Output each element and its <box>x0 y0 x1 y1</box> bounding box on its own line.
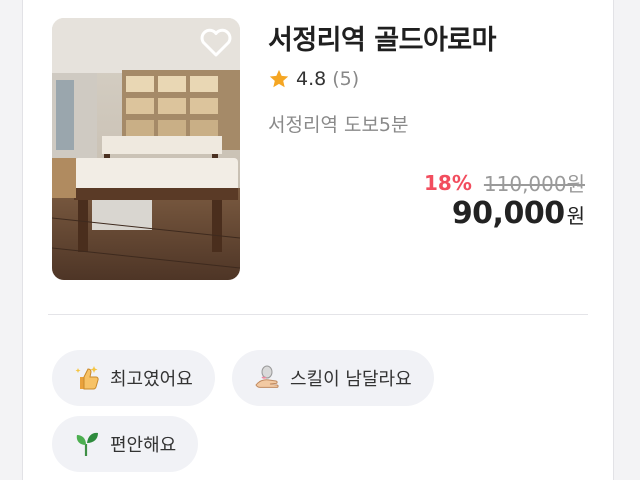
massage-hand-icon <box>255 365 279 388</box>
tag-label: 최고였어요 <box>110 369 193 390</box>
tag-chip-comfortable[interactable]: 편안해요 <box>52 416 199 472</box>
heart-icon[interactable] <box>198 24 234 60</box>
location-text: 서정리역 도보5분 <box>268 114 409 136</box>
rating-score: 4.8 <box>296 68 327 90</box>
shop-thumbnail[interactable] <box>52 18 240 280</box>
review-count: (5) <box>332 68 360 90</box>
rating: 4.8 (5) <box>268 68 359 90</box>
discount-rate: 18% <box>424 170 472 195</box>
tag-label: 편안해요 <box>110 435 177 456</box>
tag-label: 스킬이 남달라요 <box>290 369 412 390</box>
shop-card[interactable]: 서정리역 골드아로마 4.8 (5) 서정리역 도보5분 18% 110,000… <box>22 0 614 480</box>
sprout-icon <box>76 432 98 456</box>
tag-chip-skill[interactable]: 스킬이 남달라요 <box>232 350 434 406</box>
final-price-unit: 원 <box>566 204 585 228</box>
original-price: 110,000원 <box>483 172 585 196</box>
final-price-amount: 90,000 <box>451 196 565 231</box>
divider <box>48 314 588 315</box>
star-icon <box>269 69 289 88</box>
tag-chip-best[interactable]: 최고였어요 <box>52 350 215 406</box>
price-row: 18% 110,000원 <box>424 168 585 197</box>
thumbs-up-sparkle-icon <box>75 366 99 390</box>
shop-name[interactable]: 서정리역 골드아로마 <box>268 18 496 57</box>
final-price: 90,000 원 <box>452 196 585 231</box>
